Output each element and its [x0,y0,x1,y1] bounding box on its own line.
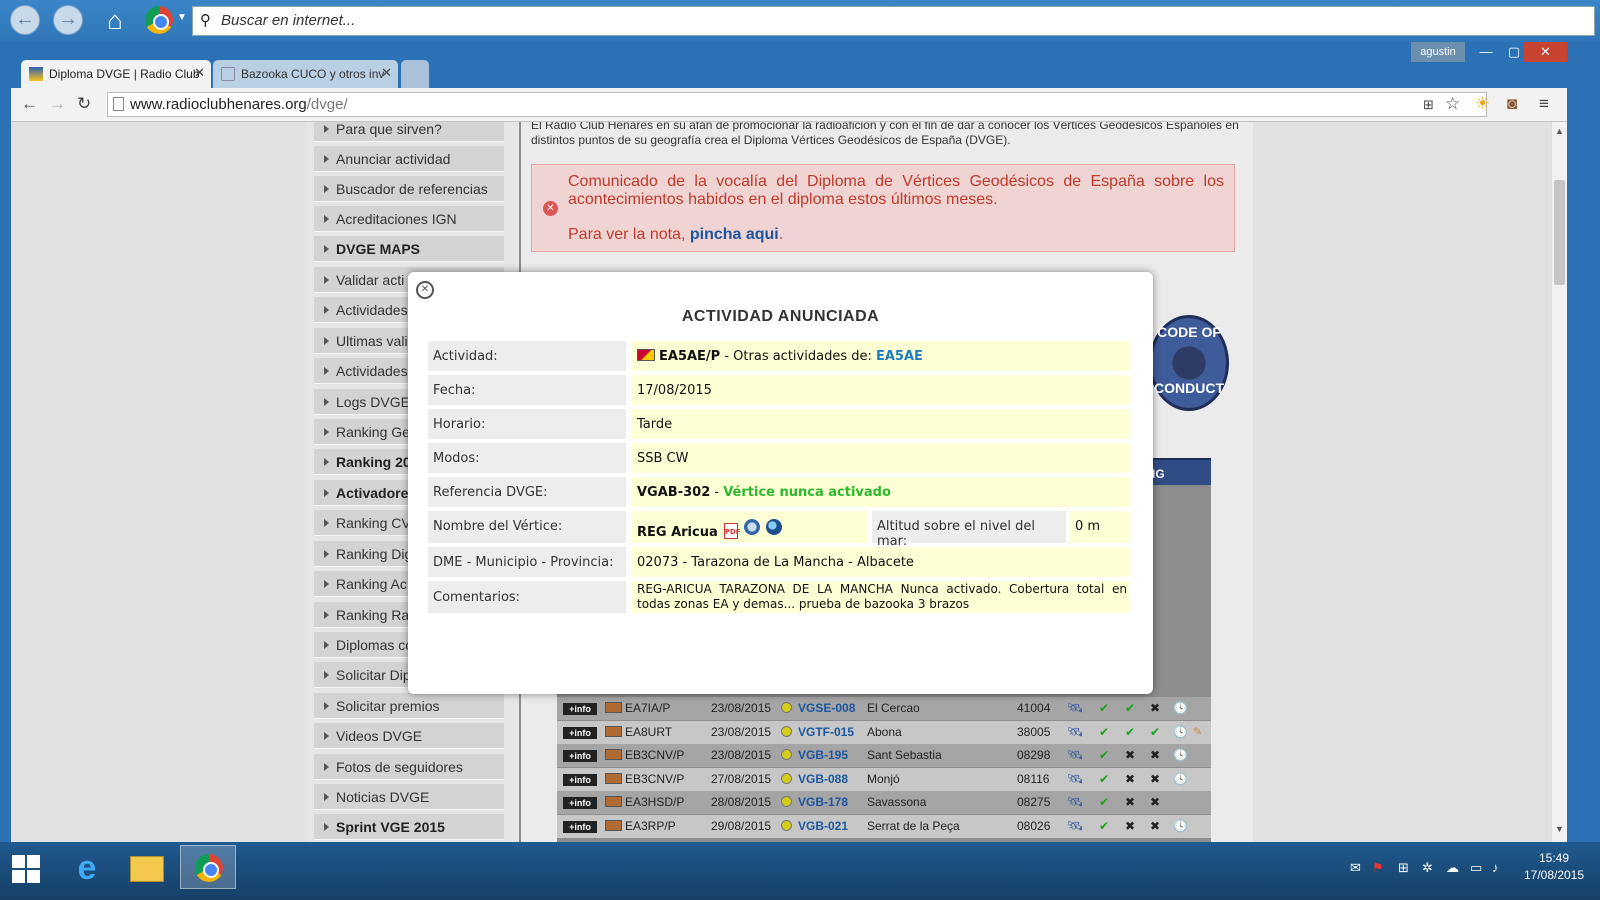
scroll-down-icon[interactable]: ▼ [1555,824,1564,834]
weather-extension-icon[interactable]: ☀ [1475,94,1490,114]
network-tray-icon[interactable]: ▭ [1470,860,1482,876]
row-actividad: Actividad: EA5AE/P - Otras actividades d… [428,341,1130,371]
back-icon[interactable]: ← [21,94,38,114]
settings-tray-icon[interactable]: ✲ [1422,860,1433,876]
page-viewport: Para que sirven? Anunciar actividad Busc… [11,122,1551,842]
user-profile-button[interactable]: agustin [1411,42,1465,62]
row-fecha: Fecha: 17/08/2015 [428,375,1130,405]
label-modos: Modos: [428,443,626,473]
row-dme: DME - Municipio - Provincia: 02073 - Tar… [428,547,1130,577]
forward-icon[interactable]: → [49,94,66,114]
vertical-scrollbar[interactable]: ▲ ▼ [1551,122,1567,842]
file-explorer-icon[interactable] [122,848,172,888]
value-horario: Tarde [632,409,1130,439]
referencia-status: Vértice nunca activado [723,485,891,500]
mail-tray-icon[interactable]: ✉ [1350,860,1361,876]
clock-date: 17/08/2015 [1523,868,1585,882]
value-fecha: 17/08/2015 [632,375,1130,405]
clock[interactable]: 15:49 17/08/2015 [1514,850,1594,884]
page-favicon-icon [221,67,235,81]
tab-title: Bazooka CUCO y otros inv [241,67,385,81]
close-icon[interactable]: ✕ [381,65,392,81]
globe-icon[interactable] [765,519,782,535]
reload-icon[interactable]: ↻ [77,94,91,114]
home-icon[interactable]: ⌂ [100,5,130,35]
pdf-icon[interactable]: PDF [723,523,740,539]
label-fecha: Fecha: [428,375,626,405]
windows-taskbar: e ✉ ⚑ ⊞ ✲ ☁ ▭ ♪ 15:49 17/08/2015 [0,842,1600,900]
vertice-name: REG Aricua [637,525,718,540]
close-icon[interactable]: ✕ [416,281,434,299]
activity-modal: ✕ ACTIVIDAD ANUNCIADA Actividad: EA5AE/P… [408,272,1153,694]
row-comentarios: Comentarios: REG-ARICUA TARAZONA DE LA M… [428,581,1130,613]
back-arrow-icon[interactable]: ← [10,5,40,35]
tab-bazooka-cuco[interactable]: Bazooka CUCO y otros inv ✕ [213,60,398,88]
label-horario: Horario: [428,409,626,439]
scrollbar-thumb[interactable] [1554,180,1565,285]
tab-strip: Diploma DVGE | Radio Club ✕ Bazooka CUCO… [11,42,1567,88]
cloud-tray-icon[interactable]: ☁ [1446,860,1459,876]
modal-title: ACTIVIDAD ANUNCIADA [681,308,880,325]
label-vertice: Nombre del Vértice: [428,511,626,543]
camera-extension-icon[interactable]: ◙ [1507,94,1517,114]
label-dme: DME - Municipio - Provincia: [428,547,626,577]
forward-arrow-icon[interactable]: → [53,5,83,35]
row-referencia: Referencia DVGE: VGAB-302 - Vértice nunc… [428,477,1130,507]
row-vertice: Nombre del Vértice: REG Aricua PDF Altitu… [428,511,1130,549]
otras-actividades-link[interactable]: EA5AE [876,349,923,364]
page-icon [113,97,124,111]
translate-icon[interactable]: ⊞ [1423,97,1434,113]
windows-tray-icon[interactable]: ⊞ [1398,860,1409,876]
url-path: /dvge/ [306,96,348,113]
spain-flag-icon [637,349,655,361]
geodesic-marker-icon[interactable] [743,519,760,535]
tab-diploma-dvge[interactable]: Diploma DVGE | Radio Club ✕ [21,60,211,88]
search-icon: ⚲ [200,12,211,29]
row-modos: Modos: SSB CW [428,443,1130,473]
top-toolbar: ← → ⌂ ▼ ⚲ Buscar en internet... [0,0,1600,42]
new-tab-button[interactable] [401,60,429,88]
close-window-icon[interactable]: ✕ [1524,42,1567,62]
modal-overlay[interactable]: ✕ ACTIVIDAD ANUNCIADA Actividad: EA5AE/P… [11,122,1551,842]
address-bar[interactable]: www.radioclubhenares.org/dvge/ [107,92,1487,117]
row-horario: Horario: Tarde [428,409,1130,439]
chrome-logo-icon[interactable] [145,6,173,34]
flag-tray-icon[interactable]: ⚑ [1372,860,1384,876]
value-comentarios: REG-ARICUA TARAZONA DE LA MANCHA Nunca a… [632,581,1130,613]
internet-explorer-icon[interactable]: e [62,848,112,888]
internet-search-input[interactable]: ⚲ Buscar en internet... [192,6,1595,36]
browser-toolbar: ← → ↻ www.radioclubhenares.org/dvge/ ⊞ ☆… [11,88,1567,122]
actividad-sep: - Otras actividades de: [720,349,876,364]
value-modos: SSB CW [632,443,1130,473]
value-actividad: EA5AE/P - Otras actividades de: EA5AE [632,341,1130,371]
url-domain: www.radioclubhenares.org [130,96,307,113]
value-referencia: VGAB-302 - Vértice nunca activado [632,477,1130,507]
browser-window: Diploma DVGE | Radio Club ✕ Bazooka CUCO… [11,42,1567,842]
label-referencia: Referencia DVGE: [428,477,626,507]
referencia-sep: - [710,485,724,500]
tab-title: Diploma DVGE | Radio Club [49,67,200,81]
clock-time: 15:49 [1538,851,1570,865]
volume-tray-icon[interactable]: ♪ [1492,860,1499,875]
close-icon[interactable]: ✕ [194,65,205,81]
bookmark-star-icon[interactable]: ☆ [1445,94,1460,114]
actividad-call: EA5AE/P [659,349,721,364]
chrome-taskbar-icon[interactable] [180,845,236,889]
minimize-icon[interactable]: — [1473,42,1499,62]
value-dme: 02073 - Tarazona de La Mancha - Albacete [632,547,1130,577]
chevron-down-icon[interactable]: ▼ [177,12,187,23]
search-placeholder: Buscar en internet... [221,12,356,29]
windows-start-icon[interactable] [12,855,40,883]
label-actividad: Actividad: [428,341,626,371]
value-vertice: REG Aricua PDF [632,511,868,543]
label-comentarios: Comentarios: [428,581,626,613]
radio-club-favicon-icon [29,67,43,81]
menu-icon[interactable]: ≡ [1539,94,1549,114]
label-altitud: Altitud sobre el nivel del mar: [872,511,1066,549]
value-altitud: 0 m [1070,511,1130,543]
scroll-up-icon[interactable]: ▲ [1555,126,1564,136]
referencia-code: VGAB-302 [637,485,711,500]
